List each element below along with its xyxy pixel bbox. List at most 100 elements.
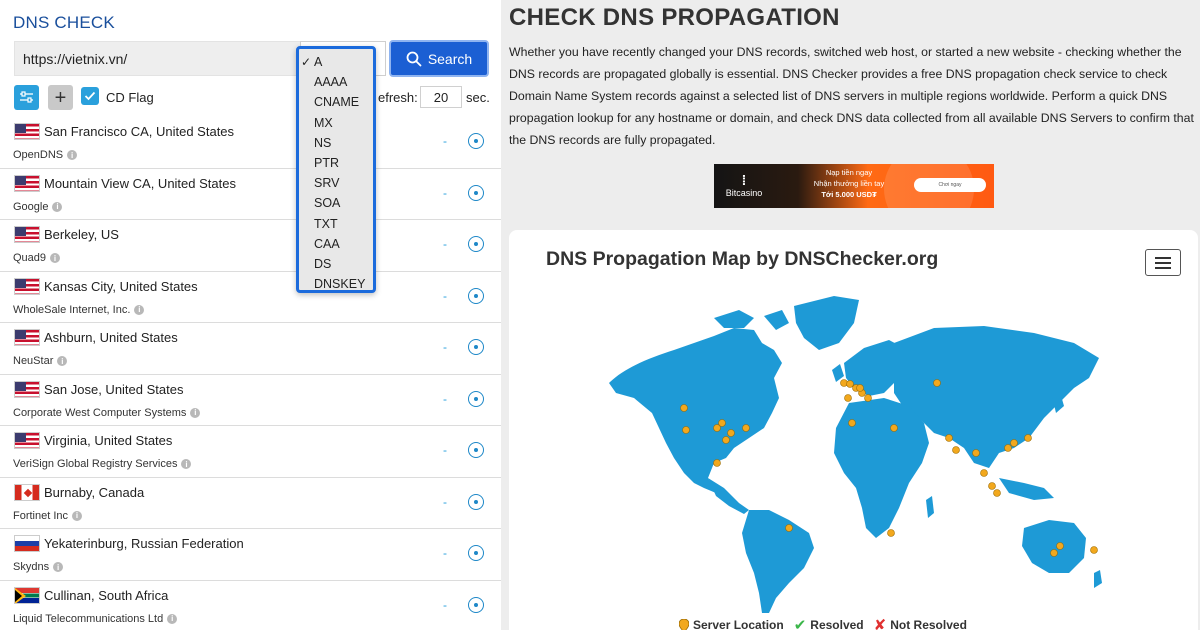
server-location: Virginia, United States xyxy=(44,433,173,448)
record-type-option-aaaa[interactable]: AAAA xyxy=(299,72,373,92)
sliders-icon xyxy=(20,91,33,103)
status-pending-icon[interactable] xyxy=(468,545,484,561)
us-flag-icon xyxy=(14,226,40,243)
server-provider: Skydns i xyxy=(13,561,64,573)
server-location: Kansas City, United States xyxy=(44,278,198,294)
status-pending-icon[interactable] xyxy=(468,442,484,458)
info-icon[interactable]: i xyxy=(57,356,68,366)
server-row: Berkeley, US Quad9 i - xyxy=(0,220,501,272)
seconds-label: sec. xyxy=(466,90,490,105)
server-provider: WholeSale Internet, Inc. i xyxy=(13,304,145,316)
page-description: Whether you have recently changed your D… xyxy=(509,45,1194,147)
search-icon xyxy=(406,51,422,66)
record-type-option-soa[interactable]: SOA xyxy=(299,193,373,213)
hamburger-icon xyxy=(1155,256,1171,259)
legend-not-resolved: ✘ Not Resolved xyxy=(874,616,967,630)
plus-icon: + xyxy=(54,86,67,109)
server-row: Burnaby, Canada Fortinet Inc i - xyxy=(0,478,501,529)
checkmark-icon xyxy=(84,91,96,101)
record-type-option-caa[interactable]: CAA xyxy=(299,234,373,254)
info-icon[interactable]: i xyxy=(167,613,178,624)
server-provider: Corporate West Computer Systems i xyxy=(13,407,201,419)
server-location: San Francisco CA, United States xyxy=(44,124,235,139)
server-row: Ashburn, United States NeuStar i - xyxy=(0,323,501,375)
status-pending-icon[interactable] xyxy=(468,184,484,201)
map-title: DNS Propagation Map by DNSChecker.org xyxy=(546,248,939,270)
status-pending-icon[interactable] xyxy=(468,493,484,510)
info-icon[interactable]: i xyxy=(53,562,64,572)
canada-flag-icon xyxy=(14,483,40,501)
server-provider: Fortinet Inc i xyxy=(13,510,83,522)
status-pending-icon[interactable] xyxy=(468,390,484,407)
server-result: - xyxy=(443,597,447,612)
server-location: San Jose, United States xyxy=(44,381,184,397)
check-icon: ✔ xyxy=(793,617,807,630)
map-menu-button[interactable] xyxy=(1145,249,1181,276)
server-row: Virginia, United States VeriSign Global … xyxy=(0,426,501,478)
status-pending-icon[interactable] xyxy=(468,339,484,355)
status-pending-icon[interactable] xyxy=(468,287,484,304)
dns-check-panel: DNS CHECK Search + CD Flag efresh: sec. … xyxy=(0,0,501,630)
info-icon[interactable]: i xyxy=(181,459,192,469)
map-legend: Server Location ✔ Resolved ✘ Not Resolve… xyxy=(679,616,967,630)
info-icon[interactable]: i xyxy=(190,407,201,418)
server-result: - xyxy=(443,237,447,251)
record-type-option-mx[interactable]: MX xyxy=(299,113,373,133)
server-result: - xyxy=(443,340,447,354)
info-icon[interactable]: i xyxy=(52,201,63,212)
record-type-option-ds[interactable]: DS xyxy=(299,254,373,274)
record-type-option-txt[interactable]: TXT xyxy=(299,214,373,234)
record-type-dropdown: ✓ A AAAA CNAME MX NS PTR SRV SOA TXT CAA … xyxy=(296,46,376,293)
record-type-option-a[interactable]: ✓ A xyxy=(299,52,373,72)
refresh-interval-input[interactable] xyxy=(420,86,462,108)
server-row: Kansas City, United States WholeSale Int… xyxy=(0,272,501,323)
server-result: - xyxy=(443,546,447,560)
hostname-input[interactable] xyxy=(14,41,300,76)
server-provider: NeuStar i xyxy=(13,355,68,367)
server-location: Yekaterinburg, Russian Federation xyxy=(44,536,244,551)
record-type-option-srv[interactable]: SRV xyxy=(299,173,373,193)
server-row: San Jose, United States Corporate West C… xyxy=(0,375,501,426)
record-type-option-dnskey[interactable]: DNSKEY xyxy=(299,274,373,294)
server-location: Mountain View CA, United States xyxy=(44,175,236,191)
status-pending-icon[interactable] xyxy=(468,236,484,252)
server-result: - xyxy=(443,494,447,509)
search-button-label: Search xyxy=(427,50,473,67)
record-type-option-ns[interactable]: NS xyxy=(299,133,373,153)
status-pending-icon[interactable] xyxy=(468,133,484,149)
world-map xyxy=(609,296,1102,613)
checkmark-icon: ✓ xyxy=(301,55,312,69)
us-flag-icon xyxy=(14,380,40,398)
server-provider: Google i xyxy=(13,201,63,213)
server-provider: OpenDNS i xyxy=(13,149,78,161)
server-provider: Liquid Telecommunications Ltd i xyxy=(13,613,178,625)
server-row: San Francisco CA, United States OpenDNS i… xyxy=(0,117,501,169)
refresh-label: efresh: xyxy=(378,90,418,105)
us-flag-icon xyxy=(14,432,40,449)
info-icon[interactable]: i xyxy=(50,253,61,263)
ad-banner[interactable]: ⁞ Bitcasino Nạp tiền ngay Nhận thưởng li… xyxy=(714,164,994,208)
page-title: CHECK DNS PROPAGATION xyxy=(509,4,840,31)
record-type-option-ptr[interactable]: PTR xyxy=(299,153,373,173)
cd-flag-checkbox[interactable] xyxy=(81,87,99,105)
banner-cta-button[interactable]: Chơi ngay xyxy=(914,178,986,192)
south-africa-flag-icon xyxy=(14,586,40,604)
server-row: Yekaterinburg, Russian Federation Skydns… xyxy=(0,529,501,581)
info-icon[interactable]: i xyxy=(72,510,83,521)
record-type-option-cname[interactable]: CNAME xyxy=(299,92,373,112)
server-location: Ashburn, United States xyxy=(44,330,178,345)
bitcasino-logo: ⁞ Bitcasino xyxy=(725,172,763,198)
server-provider: Quad9 i xyxy=(13,252,61,264)
search-button[interactable]: Search xyxy=(389,40,489,77)
info-icon[interactable]: i xyxy=(134,304,145,315)
cross-icon: ✘ xyxy=(873,617,887,630)
info-icon[interactable]: i xyxy=(67,150,78,160)
filter-button[interactable] xyxy=(14,85,39,110)
legend-resolved: ✔ Resolved xyxy=(794,616,864,630)
us-flag-icon xyxy=(14,329,40,346)
us-flag-icon xyxy=(14,174,40,192)
status-pending-icon[interactable] xyxy=(468,596,484,613)
server-location: Burnaby, Canada xyxy=(44,484,145,500)
add-server-button[interactable]: + xyxy=(48,85,73,110)
server-result: - xyxy=(443,288,447,303)
